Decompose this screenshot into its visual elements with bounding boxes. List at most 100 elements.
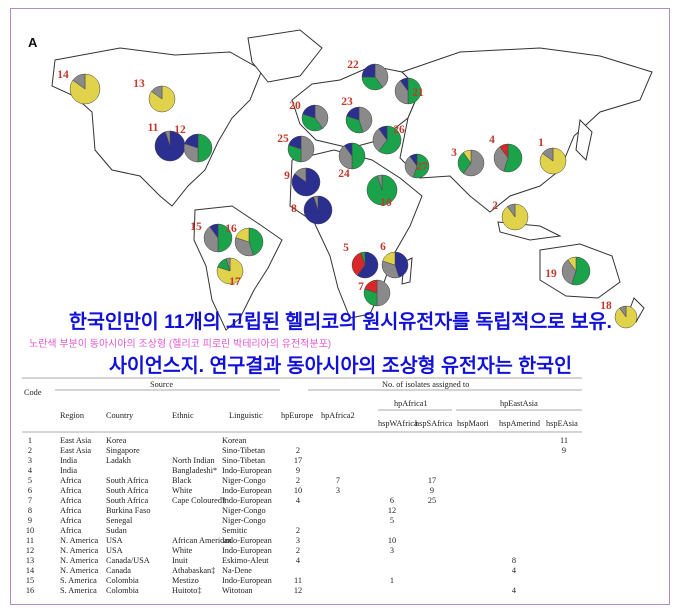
table-cell: Singapore — [106, 446, 140, 455]
table-cell: 3 — [336, 486, 340, 495]
table-cell: N. America — [60, 566, 99, 575]
table-cell: Sino-Tibetan — [222, 456, 266, 465]
table-cell: India — [60, 456, 77, 465]
table-cell: Mestizo — [172, 576, 199, 585]
header-code: Code — [24, 388, 42, 397]
table-cell: 12 — [388, 506, 396, 515]
table-cell: 2 — [28, 446, 32, 455]
table-cell: Africa — [60, 516, 82, 525]
table-cell: 2 — [296, 446, 300, 455]
table-cell: 25 — [428, 496, 436, 505]
header-hpafrica1: hpAfrica1 — [394, 399, 428, 408]
table-row: 10 Africa Sudan Semitic 2 — [26, 526, 300, 535]
table-cell: Colombia — [106, 576, 139, 585]
table-cell: 11 — [26, 536, 34, 545]
table-cell: India — [60, 466, 77, 475]
table-cell: Ladakh — [106, 456, 132, 465]
table-cell: 13 — [26, 556, 34, 565]
table-cell: Niger-Congo — [222, 516, 266, 525]
isolates-table: Code Source No. of isolates assigned to … — [22, 377, 582, 595]
table-cell: 3 — [28, 456, 32, 465]
table-cell: 10 — [388, 536, 396, 545]
table-cell: Niger-Congo — [222, 506, 266, 515]
table-cell: Korean — [222, 436, 247, 445]
table-cell: 5 — [390, 516, 394, 525]
table-row: 14 N. America Canada Athabaskan‡ Na-Dene 4 — [26, 566, 517, 575]
table-cell: Senegal — [106, 516, 133, 525]
table-cell: Korea — [106, 436, 127, 445]
table-cell: 10 — [294, 486, 302, 495]
table-cell: 8 — [28, 506, 32, 515]
table-cell: White — [172, 546, 193, 555]
table-cell: Semitic — [222, 526, 248, 535]
table-cell: Niger-Congo — [222, 476, 266, 485]
table-cell: 9 — [28, 516, 32, 525]
table-row: 13 N. America Canada/USA Inuit Eskimo-Aleut 4… — [26, 556, 516, 565]
table-row: 8 Africa Burkina Faso Niger-Congo 12 — [28, 506, 396, 515]
table-cell: 16 — [26, 586, 34, 595]
table-cell: 12 — [26, 546, 34, 555]
table-row: 12 N. America USA White Indo-European 2 3 — [26, 546, 394, 555]
table-cell: 2 — [296, 476, 300, 485]
header-ethnic: Ethnic — [172, 411, 194, 420]
table-cell: N. America — [60, 546, 99, 555]
table-cell: 6 — [28, 486, 32, 495]
table-row: 11 N. America USA African AmericanIndo-Euro… — [26, 536, 396, 545]
header-hpeastasia: hpEastAsia — [500, 399, 538, 408]
table-cell: Athabaskan‡ — [172, 566, 215, 575]
table-cell: 5 — [28, 476, 32, 485]
table-cell: Cape Coloured† — [172, 496, 226, 505]
table-cell: 2 — [296, 526, 300, 535]
table-cell: N. America — [60, 536, 99, 545]
table-row: 15 S. America Colombia Mestizo Indo-European… — [26, 576, 394, 585]
table-row: 2 East Asia Singapore Sino-Tibetan 2 9 — [28, 446, 566, 455]
table-cell: Africa — [60, 476, 82, 485]
table-cell: S. America — [60, 586, 97, 595]
table-cell: Canada/USA — [106, 556, 150, 565]
table-cell: Bangladeshi* — [172, 466, 217, 475]
header-region: Region — [60, 411, 85, 420]
table-cell: Africa — [60, 486, 82, 495]
table-cell: 6 — [390, 496, 394, 505]
table-cell: 12 — [294, 586, 302, 595]
table-row: 1 East Asia Korea Korean 11 — [28, 436, 568, 445]
table-cell: Africa — [60, 526, 82, 535]
table-cell: Colombia — [106, 586, 139, 595]
table-cell: 1 — [28, 436, 32, 445]
table-cell: 3 — [296, 536, 300, 545]
table-cell: 9 — [296, 466, 300, 475]
table-cell: USA — [106, 536, 123, 545]
table-cell: 11 — [294, 576, 302, 585]
table-row: 3 India Ladakh North Indian Sino-Tibetan 17 — [28, 456, 302, 465]
table-cell: S. America — [60, 576, 97, 585]
table-cell: 4 — [512, 566, 517, 575]
table-cell: White — [172, 486, 193, 495]
header-linguistic: Linguistic — [229, 411, 263, 420]
header-hspamerind: hspAmerind — [499, 419, 541, 428]
table-row: 4 India Bangladeshi* Indo-European 9 — [28, 466, 300, 475]
table-cell: Burkina Faso — [106, 506, 150, 515]
table-cell: South Africa — [106, 476, 148, 485]
table-cell: Indo-European — [222, 486, 273, 495]
table-cell: 1 — [390, 576, 394, 585]
table-cell: 4 — [296, 496, 301, 505]
table-cell: 3 — [390, 546, 394, 555]
table-cell: 4 — [296, 556, 301, 565]
table-cell: Indo-European — [222, 496, 273, 505]
header-hpafrica2: hpAfrica2 — [321, 411, 355, 420]
table-cell: Huitoto‡ — [172, 586, 202, 595]
table-cell: Black — [172, 476, 192, 485]
table-body: 1 East Asia Korea Korean 112 East Asia Singapo… — [26, 436, 568, 595]
table-cell: East Asia — [60, 446, 91, 455]
table-cell: 4 — [28, 466, 33, 475]
table-cell: 2 — [296, 546, 300, 555]
header-hspeasia: hspEAsia — [546, 419, 578, 428]
table-row: 9 Africa Senegal Niger-Congo 5 — [28, 516, 394, 525]
header-source: Source — [150, 380, 173, 389]
table-cell: 8 — [512, 556, 516, 565]
table-cell: South Africa — [106, 486, 148, 495]
table-row: 5 Africa South Africa Black Niger-Congo 2 7 17 — [28, 476, 436, 485]
table-cell: 7 — [336, 476, 340, 485]
table-cell: 14 — [26, 566, 35, 575]
table-cell: Africa — [60, 506, 82, 515]
